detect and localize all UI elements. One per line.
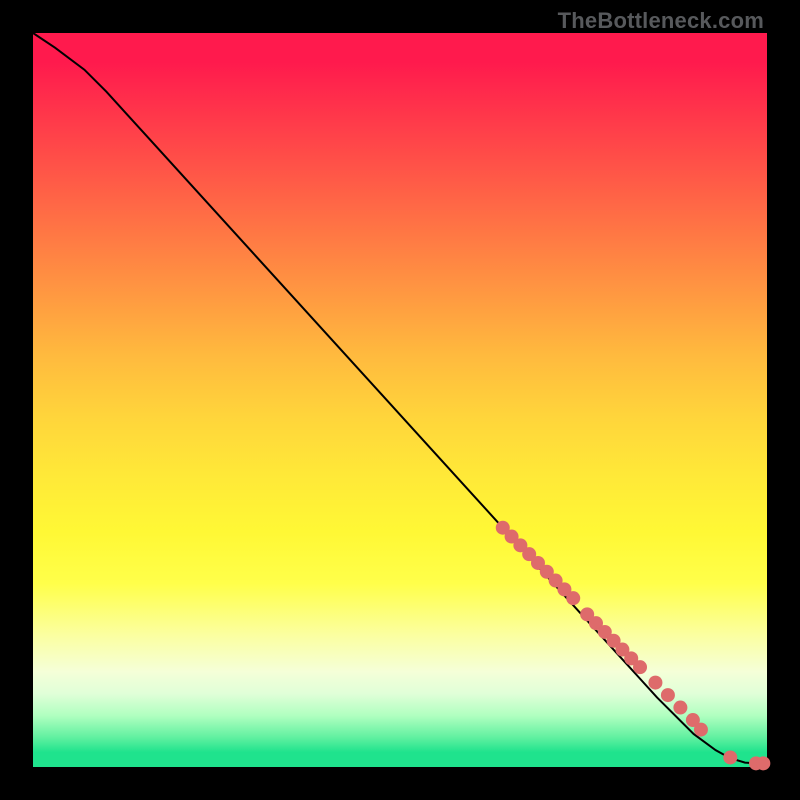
data-point bbox=[756, 756, 770, 770]
data-point bbox=[633, 660, 647, 674]
curve-path bbox=[33, 33, 767, 764]
data-point bbox=[648, 676, 662, 690]
data-point bbox=[723, 750, 737, 764]
chart-overlay bbox=[33, 33, 767, 767]
watermark-text: TheBottleneck.com bbox=[558, 8, 764, 34]
scatter-group bbox=[496, 521, 771, 771]
data-point bbox=[566, 591, 580, 605]
data-point bbox=[694, 723, 708, 737]
data-point bbox=[661, 688, 675, 702]
data-point bbox=[673, 701, 687, 715]
chart-frame: { "watermark": "TheBottleneck.com", "plo… bbox=[0, 0, 800, 800]
